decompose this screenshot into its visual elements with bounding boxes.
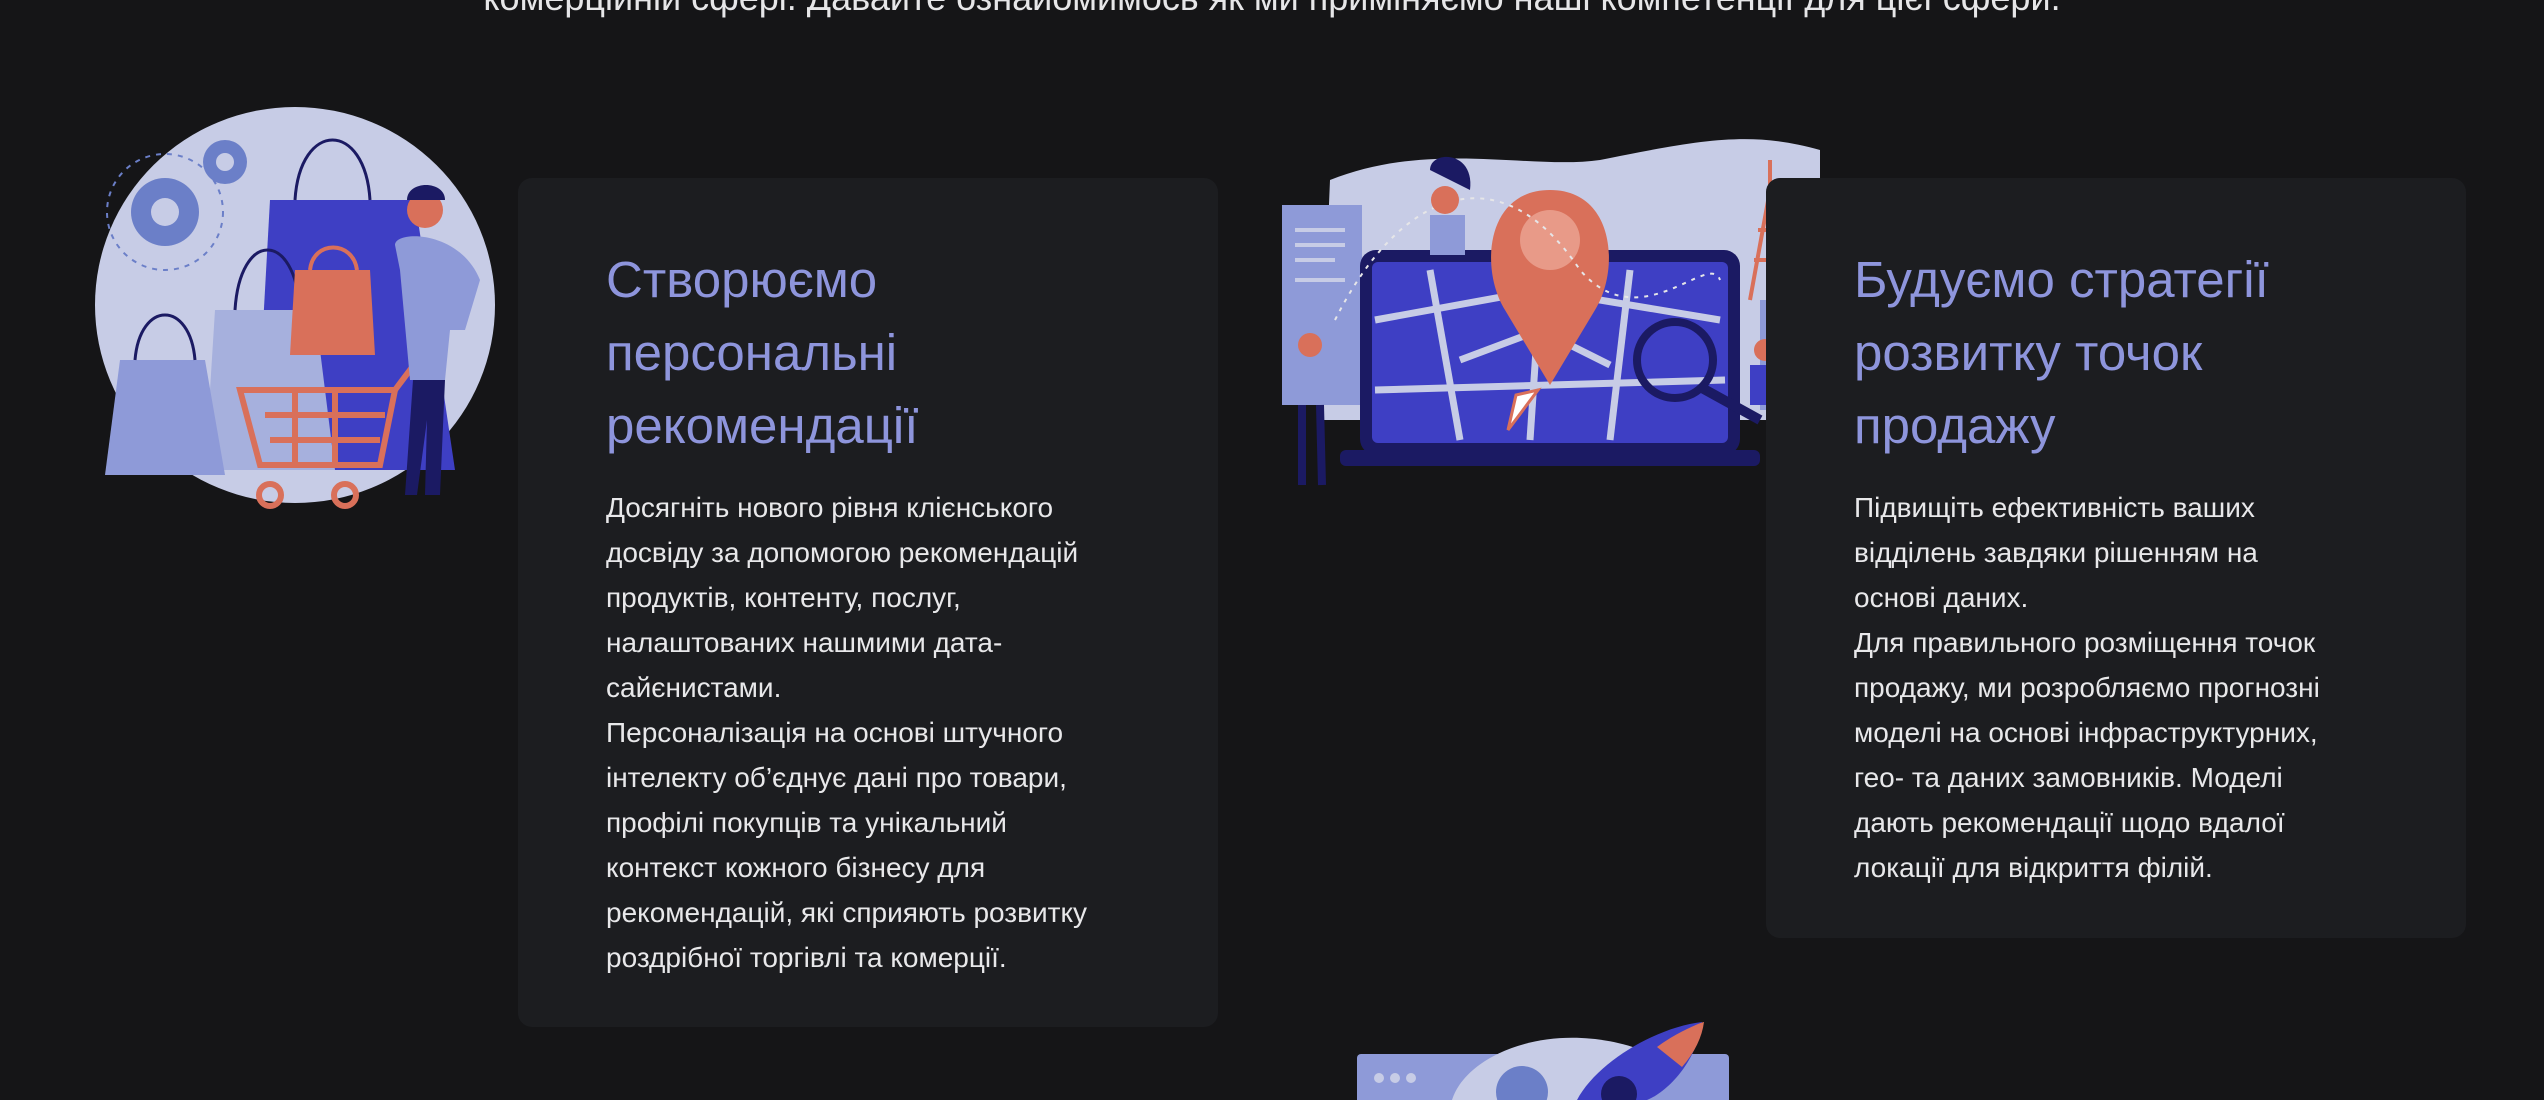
- sales-points-strategy-card: Будуємо стратегії розвитку точок продажу…: [1766, 178, 2466, 938]
- card-title: Будуємо стратегії розвитку точок продажу: [1854, 251, 2269, 454]
- shopping-illustration: [95, 100, 515, 520]
- map-location-illustration: [1280, 120, 1820, 495]
- recommendations-card: Створюємо персональні рекомендації Досяг…: [518, 178, 1218, 1027]
- card-description: Підвищіть ефективність ваших відділень з…: [1854, 492, 2320, 883]
- rocket-illustration: [1357, 1022, 1737, 1100]
- card-title: Створюємо персональні рекомендації: [606, 251, 919, 454]
- intro-text: комерційній сфері. Давайте ознайомимось …: [0, 0, 2544, 22]
- card-description: Досягніть нового рівня клієнського досві…: [606, 492, 1088, 973]
